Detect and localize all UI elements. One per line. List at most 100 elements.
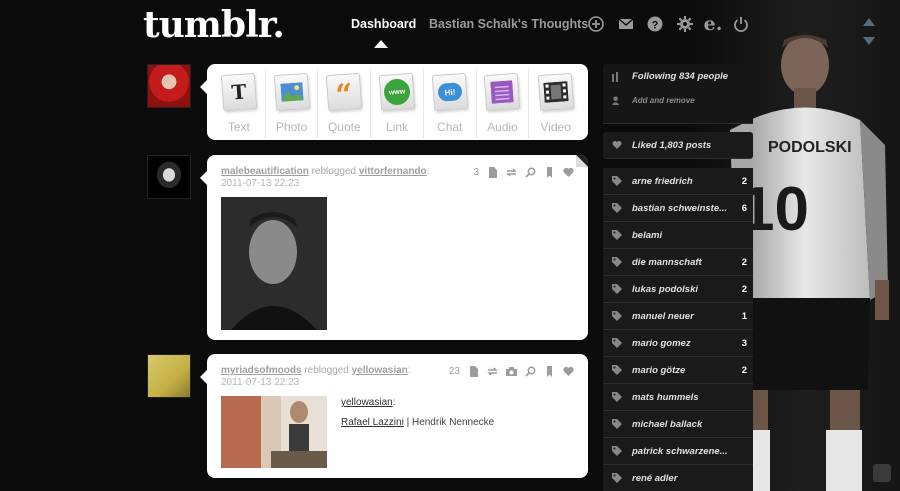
tag-name[interactable]: patrick schwarzene... — [632, 446, 728, 457]
link-icon: www — [378, 72, 416, 112]
post-date[interactable]: 2011-07-13 22:23 — [221, 178, 429, 189]
video-icon — [537, 72, 574, 112]
post-type-video[interactable]: Video — [529, 68, 582, 138]
tag-name[interactable]: mario gomez — [632, 338, 691, 349]
heart-icon[interactable] — [563, 366, 574, 377]
tag-name[interactable]: rené adler — [632, 473, 677, 484]
following-panel: Following 834 people Add and remove — [603, 64, 753, 124]
tag-name[interactable]: bastian schweinste... — [632, 203, 727, 214]
help-icon[interactable]: ? — [646, 15, 664, 33]
tag-item[interactable]: mats hummels — [603, 384, 753, 411]
tag-name[interactable]: manuel neuer — [632, 311, 694, 322]
following-icon — [612, 72, 622, 85]
post-user-link[interactable]: malebeautification — [221, 166, 309, 177]
following-link[interactable]: Following 834 people — [632, 71, 728, 82]
power-icon[interactable] — [732, 15, 750, 33]
add-user-icon — [612, 96, 621, 108]
svg-text:?: ? — [652, 20, 659, 32]
tag-icon — [612, 473, 622, 486]
user-avatar[interactable] — [147, 64, 191, 108]
notes-icon[interactable] — [487, 167, 498, 178]
tag-name[interactable]: die mannschaft — [632, 257, 702, 268]
tag-icon — [612, 365, 622, 378]
post-user-link[interactable]: myriadsofmoods — [221, 365, 302, 376]
tag-item[interactable]: mario götze 2 — [603, 357, 753, 384]
tag-name[interactable]: arne friedrich — [632, 176, 693, 187]
post-date[interactable]: 2011-07-13 22:23 — [221, 377, 411, 388]
notes-icon[interactable] — [468, 366, 479, 377]
post-header: malebeautification reblogged vittorferna… — [221, 166, 430, 189]
post-source-link[interactable]: vittorfernando — [359, 166, 427, 177]
post-photo[interactable] — [221, 396, 327, 468]
plus-icon[interactable] — [587, 15, 605, 33]
tag-icon — [612, 446, 622, 459]
scroll-down-arrow[interactable] — [863, 37, 875, 45]
tag-item[interactable]: die mannschaft 2 — [603, 249, 753, 276]
post-avatar[interactable] — [147, 354, 191, 398]
bookmark-icon[interactable] — [544, 366, 555, 377]
notes-count[interactable]: 3 — [473, 167, 479, 178]
camera-icon[interactable] — [506, 366, 517, 377]
search-icon[interactable] — [525, 366, 536, 377]
post-controls: 3 — [473, 167, 574, 178]
share-corner-button[interactable] — [873, 464, 891, 482]
tag-count: 2 — [741, 365, 747, 376]
tag-icon — [612, 257, 622, 270]
post-type-photo[interactable]: Photo — [266, 68, 319, 138]
reblog-icon[interactable] — [487, 366, 498, 377]
tag-item[interactable]: rené adler — [603, 465, 753, 491]
quote-icon: “ — [326, 72, 363, 114]
liked-posts-row[interactable]: Liked 1,803 posts — [603, 132, 753, 159]
tumblr-logo[interactable]: tumblr. — [143, 4, 285, 46]
tag-name[interactable]: mats hummels — [632, 392, 699, 403]
post-source-link[interactable]: yellowasian — [352, 365, 408, 376]
search-icon[interactable] — [525, 167, 536, 178]
e-icon[interactable]: e. — [704, 13, 723, 35]
tag-name[interactable]: michael ballack — [632, 419, 702, 430]
text-icon: T — [220, 72, 258, 112]
tag-icon — [612, 176, 622, 189]
sidebar: Following 834 people Add and remove Like… — [603, 64, 753, 491]
liked-posts-link[interactable]: Liked 1,803 posts — [632, 140, 711, 151]
tag-item[interactable]: michael ballack — [603, 411, 753, 438]
tag-icon — [612, 284, 622, 297]
post-type-audio[interactable]: Audio — [477, 68, 530, 138]
tag-name[interactable]: belami — [632, 230, 662, 241]
post-controls: 23 — [449, 366, 574, 377]
tag-item[interactable]: mario gomez 3 — [603, 330, 753, 357]
scroll-up-arrow[interactable] — [863, 18, 875, 26]
post-avatar[interactable] — [147, 155, 191, 199]
heart-icon[interactable] — [563, 167, 574, 178]
bookmark-icon[interactable] — [544, 167, 555, 178]
gear-icon[interactable] — [676, 15, 694, 33]
tag-item[interactable]: patrick schwarzene... — [603, 438, 753, 465]
add-remove-link[interactable]: Add and remove — [632, 96, 695, 105]
post-card: myriadsofmoods reblogged yellowasian: 20… — [200, 354, 588, 478]
caption-link[interactable]: Rafael Lazzini — [341, 417, 404, 428]
post-type-text[interactable]: T Text — [213, 68, 266, 138]
tag-item[interactable]: lukas podolski 2 — [603, 276, 753, 303]
nav-blog[interactable]: Bastian Schalk's Thoughts — [429, 17, 588, 31]
post-type-quote[interactable]: “ Quote — [318, 68, 372, 138]
mail-icon[interactable] — [617, 15, 635, 33]
post-photo[interactable] — [221, 197, 327, 330]
tag-item[interactable]: arne friedrich 2 — [603, 168, 753, 195]
reblog-icon[interactable] — [506, 167, 517, 178]
tag-icon — [612, 419, 622, 432]
tag-icon — [612, 392, 622, 405]
tag-item[interactable]: manuel neuer 1 — [603, 303, 753, 330]
notes-count[interactable]: 23 — [449, 366, 460, 377]
post-type-link[interactable]: www Link — [371, 68, 424, 138]
post-corner-fold[interactable] — [576, 155, 588, 167]
nav-dashboard[interactable]: Dashboard — [351, 17, 416, 31]
tag-name[interactable]: mario götze — [632, 365, 685, 376]
caption-user-link[interactable]: yellowasian — [341, 397, 393, 408]
tag-item[interactable]: bastian schweinste... 6 — [603, 195, 753, 222]
tag-count: 2 — [741, 257, 747, 268]
post-caption: yellowasian: Rafael Lazzini | Hendrik Ne… — [341, 397, 495, 428]
tag-count: 1 — [741, 311, 747, 322]
tag-name[interactable]: lukas podolski — [632, 284, 698, 295]
tag-count: 3 — [741, 338, 747, 349]
tag-item[interactable]: belami — [603, 222, 753, 249]
post-type-chat[interactable]: Hi! Chat — [424, 68, 477, 138]
